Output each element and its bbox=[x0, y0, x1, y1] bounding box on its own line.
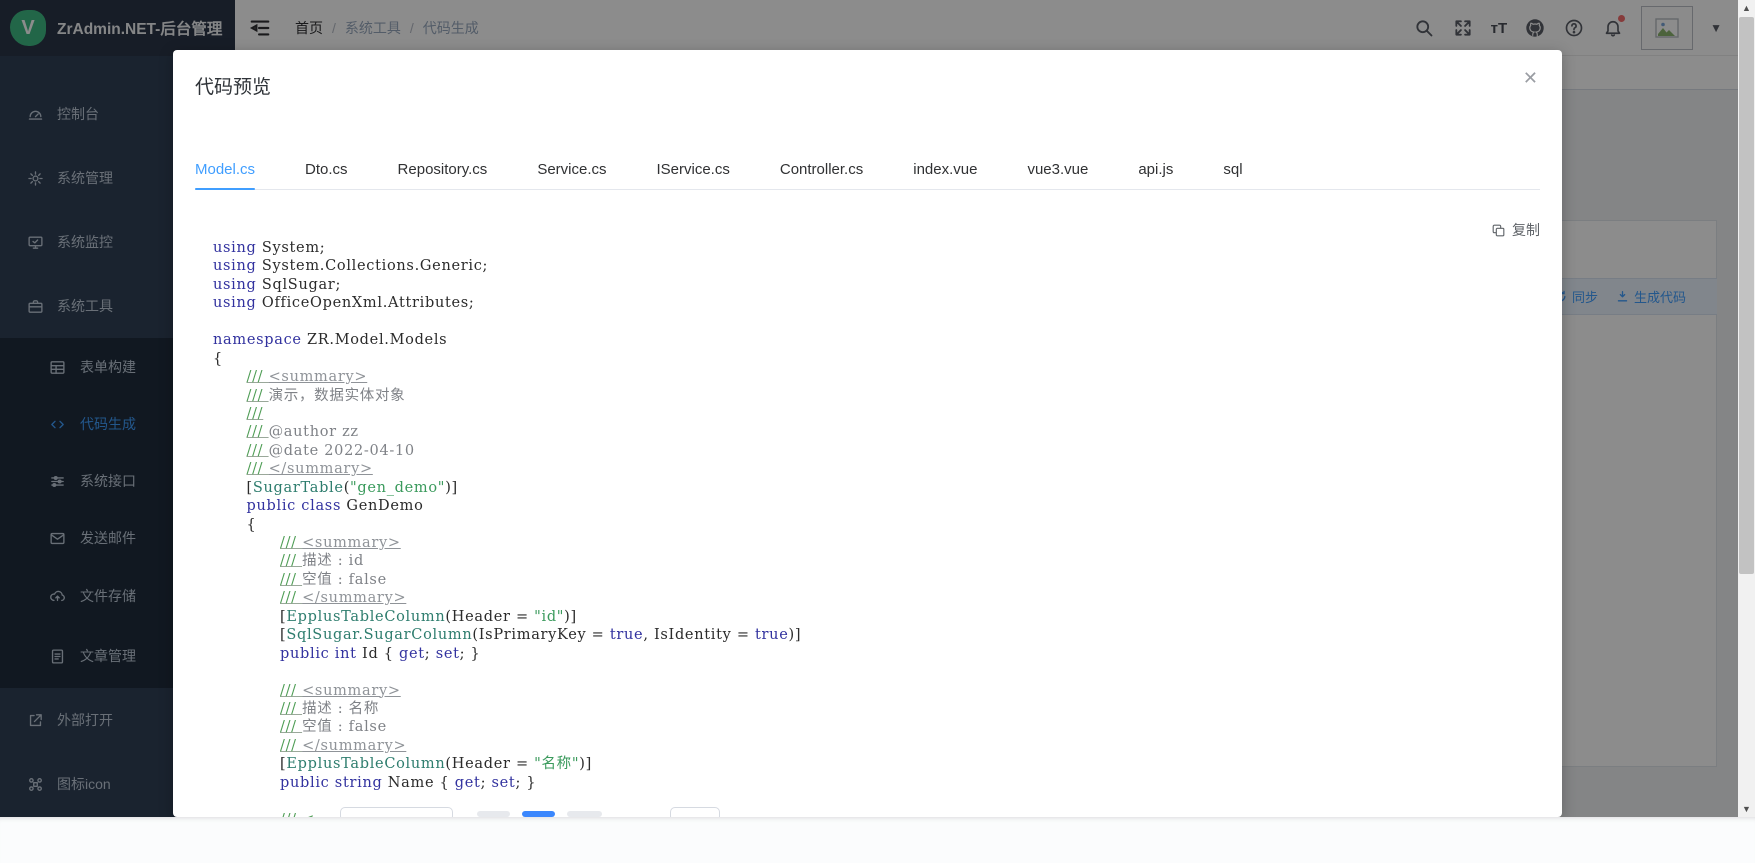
tab-api-js[interactable]: api.js bbox=[1113, 150, 1198, 189]
code-line: namespace ZR.Model.Models bbox=[213, 331, 801, 349]
code-line: [EpplusTableColumn(Header = "名称")] bbox=[213, 755, 801, 773]
code-line: [SugarTable("gen_demo")] bbox=[213, 479, 801, 497]
tab-iservice-cs[interactable]: IService.cs bbox=[632, 150, 755, 189]
scrollbar-thumb[interactable] bbox=[1739, 17, 1754, 574]
code-line: /// 空值 : false bbox=[213, 571, 801, 589]
code-file-tabs: Model.csDto.csRepository.csService.csISe… bbox=[195, 150, 1540, 190]
app-viewport: ···控制台系统管理系统监控系统工具表单构建代码生成系统接口发送邮件文件存储文章… bbox=[0, 0, 1755, 817]
copy-button[interactable]: 复制 bbox=[1491, 220, 1540, 240]
code-line: /// 空值 : false bbox=[213, 718, 801, 736]
code-line: using System; bbox=[213, 239, 801, 257]
tab-dto-cs[interactable]: Dto.cs bbox=[280, 150, 373, 189]
partial-pill-active bbox=[522, 811, 555, 817]
partial-input-box bbox=[340, 807, 453, 817]
tab-model-cs[interactable]: Model.cs bbox=[195, 150, 280, 189]
screen: ···控制台系统管理系统监控系统工具表单构建代码生成系统接口发送邮件文件存储文章… bbox=[0, 0, 1755, 863]
code-line: /// <summary> bbox=[213, 534, 801, 552]
tab-controller-cs[interactable]: Controller.cs bbox=[755, 150, 888, 189]
code-preview-dialog: 代码预览 ✕ Model.csDto.csRepository.csServic… bbox=[173, 50, 1562, 817]
vertical-scrollbar[interactable]: ▲ ▼ bbox=[1738, 0, 1755, 817]
tab-vue3-vue[interactable]: vue3.vue bbox=[1002, 150, 1113, 189]
tab-sql[interactable]: sql bbox=[1198, 150, 1267, 189]
code-line: /// @date 2022-04-10 bbox=[213, 442, 801, 460]
copy-icon bbox=[1491, 223, 1506, 238]
tab-repository-cs[interactable]: Repository.cs bbox=[373, 150, 513, 189]
code-line: /// 演示，数据实体对象 bbox=[213, 387, 801, 405]
code-line: /// </summary> bbox=[213, 460, 801, 478]
scroll-up-arrow-icon[interactable]: ▲ bbox=[1738, 0, 1755, 16]
code-block[interactable]: using System;using System.Collections.Ge… bbox=[213, 239, 801, 817]
code-line: public int Id { get; set; } bbox=[213, 645, 801, 663]
partial-pill bbox=[567, 811, 602, 817]
bottom-strip bbox=[0, 817, 1755, 863]
code-line: /// </summary> bbox=[213, 737, 801, 755]
tab-service-cs[interactable]: Service.cs bbox=[512, 150, 631, 189]
code-line: /// @author zz bbox=[213, 423, 801, 441]
partial-pill bbox=[477, 811, 510, 817]
code-line: [SqlSugar.SugarColumn(IsPrimaryKey = tru… bbox=[213, 626, 801, 644]
code-line: /// 描述 : id bbox=[213, 552, 801, 570]
code-line: public string Name { get; set; } bbox=[213, 774, 801, 792]
copy-label: 复制 bbox=[1512, 220, 1540, 240]
code-line: using OfficeOpenXml.Attributes; bbox=[213, 294, 801, 312]
code-line: { bbox=[213, 350, 801, 368]
code-line bbox=[213, 663, 801, 681]
code-line: /// 描述 : 名称 bbox=[213, 700, 801, 718]
tab-index-vue[interactable]: index.vue bbox=[888, 150, 1002, 189]
dialog-title: 代码预览 bbox=[195, 72, 271, 99]
code-line: using System.Collections.Generic; bbox=[213, 257, 801, 275]
code-line: [EpplusTableColumn(Header = "id")] bbox=[213, 608, 801, 626]
code-line: /// <summary> bbox=[213, 368, 801, 386]
scroll-down-arrow-icon[interactable]: ▼ bbox=[1738, 801, 1755, 817]
partial-box bbox=[670, 807, 720, 817]
code-line: { bbox=[213, 516, 801, 534]
code-line: /// <summary> bbox=[213, 682, 801, 700]
code-line: public class GenDemo bbox=[213, 497, 801, 515]
close-icon[interactable]: ✕ bbox=[1523, 69, 1538, 87]
code-line bbox=[213, 313, 801, 331]
code-line: /// bbox=[213, 405, 801, 423]
code-line: using SqlSugar; bbox=[213, 276, 801, 294]
code-line: /// </summary> bbox=[213, 589, 801, 607]
